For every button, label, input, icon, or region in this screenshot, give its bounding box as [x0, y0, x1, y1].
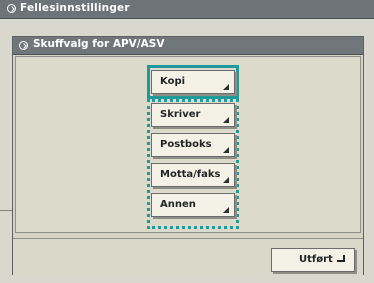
- option-label: Annen: [160, 199, 196, 210]
- submenu-corner-icon: [223, 117, 229, 123]
- done-label: Utført: [299, 254, 333, 265]
- screen: Fellesinnstillinger Skuffvalg for APV/AS…: [0, 0, 374, 283]
- submenu-corner-icon: [223, 147, 229, 153]
- dialog-title-bar: Skuffvalg for APV/ASV: [13, 37, 363, 55]
- submenu-corner-icon: [223, 177, 229, 183]
- option-skriver-button[interactable]: Skriver: [151, 103, 235, 127]
- enter-icon: [336, 255, 345, 264]
- option-kopi-button[interactable]: Kopi: [151, 70, 235, 94]
- option-postboks-button[interactable]: Postboks: [151, 133, 235, 157]
- left-divider: [0, 210, 12, 211]
- submenu-corner-icon: [223, 207, 229, 213]
- dialog-window: Skuffvalg for APV/ASV Kopi Skriver Postb…: [12, 36, 364, 275]
- option-label: Postboks: [160, 139, 212, 150]
- option-label: Skriver: [160, 109, 201, 120]
- top-title-bar: Fellesinnstillinger: [0, 0, 374, 19]
- settings-icon: [7, 4, 16, 13]
- option-motta-faks-button[interactable]: Motta/faks: [151, 163, 235, 187]
- app-title: Fellesinnstillinger: [20, 2, 130, 14]
- submenu-corner-icon: [223, 84, 229, 90]
- option-label: Motta/faks: [160, 169, 221, 180]
- dialog-icon: [19, 41, 28, 50]
- option-label: Kopi: [160, 76, 186, 87]
- dialog-title: Skuffvalg for APV/ASV: [33, 38, 165, 50]
- option-annen-button[interactable]: Annen: [151, 193, 235, 217]
- done-button[interactable]: Utført: [271, 248, 355, 272]
